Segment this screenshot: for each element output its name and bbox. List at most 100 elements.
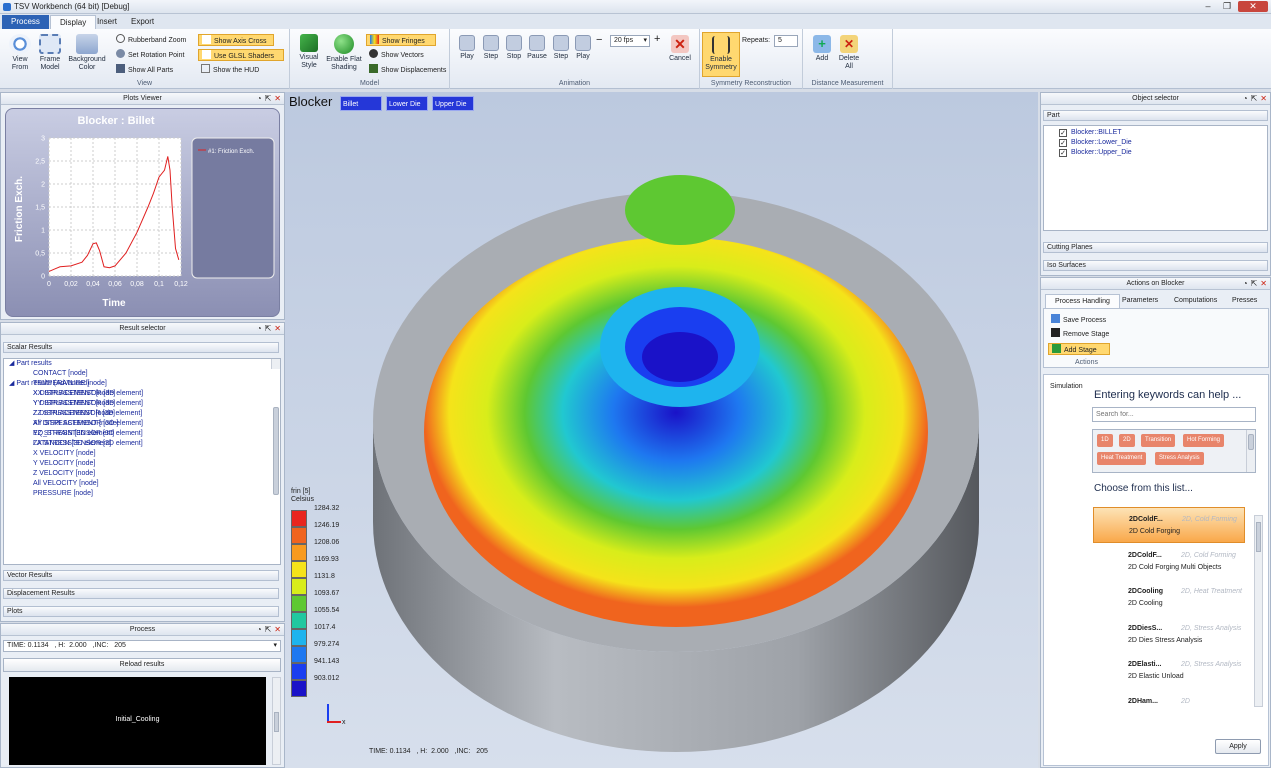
advanced-result-item[interactable]: YZ STRESSTENSOR [3D element] [4,429,280,439]
pin-icon[interactable]: ◔ [257,625,262,634]
part-checkbox[interactable]: ✓ [1059,129,1067,137]
show-hud-button[interactable]: Show the HUD [198,64,262,76]
step-forward-button[interactable]: Step [550,35,572,61]
delete-all-distance-button[interactable]: ✕ Delete All [835,35,863,71]
tree-group-advanced[interactable]: ◢ Part results (Advanced) [4,379,280,389]
tab-parameters[interactable]: Parameters [1113,294,1167,308]
tab-insert[interactable]: Insert [88,15,126,29]
tag-hot-forming[interactable]: Hot Forming [1183,434,1225,447]
tab-process[interactable]: Process [2,15,49,29]
plots-header[interactable]: Plots [3,606,279,617]
stage-item[interactable]: Initial_Cooling [9,716,266,723]
step-back-button[interactable]: Step [480,35,502,61]
result-item[interactable]: All VELOCITY [node] [4,479,280,489]
search-input[interactable] [1093,408,1255,421]
add-stage-button[interactable]: Add Stage [1048,343,1110,355]
template-item[interactable]: 2DColdF... 2D, Cold Forming 2D Cold Forgin… [1093,507,1245,543]
result-item[interactable]: X VELOCITY [node] [4,449,280,459]
tree-group-part-results[interactable]: ◢ Part results [4,359,280,369]
fps-decrease-button[interactable]: − [596,34,602,46]
float-icon[interactable]: ⇱ [265,94,272,103]
result-item[interactable]: PRESSURE [node] [4,489,280,499]
result-item[interactable]: Y VELOCITY [node] [4,459,280,469]
reload-results-button[interactable]: Reload results [3,658,281,672]
part-row[interactable]: ✓ Blocker::Upper_Die [1044,148,1267,158]
save-process-button[interactable]: Save Process [1048,314,1109,326]
frame-model-button[interactable]: Frame Model [36,34,64,72]
close-icon[interactable]: ✕ [1238,1,1268,12]
advanced-result-item[interactable]: XX STRESSTENSOR [3D element] [4,389,280,399]
pause-button[interactable]: Pause [525,35,549,61]
template-scrollbar[interactable] [1254,515,1263,707]
part-header[interactable]: Part [1043,110,1268,121]
fps-select[interactable]: 20 fps ▾ [610,35,650,47]
tags-scrollbar[interactable] [1246,430,1255,472]
stage-list[interactable]: Initial_Cooling [9,677,266,765]
fps-increase-button[interactable]: + [654,33,660,45]
tag-2d[interactable]: 2D [1119,434,1135,447]
part-row[interactable]: ✓ Blocker::BILLET [1044,128,1267,138]
rubberband-zoom-button[interactable]: Rubberband Zoom [113,34,189,46]
tag-transition[interactable]: Transition [1141,434,1176,447]
tab-process-handling[interactable]: Process Handling [1045,294,1120,308]
flat-shading-button[interactable]: Enable Flat Shading [324,34,364,72]
visual-style-button[interactable]: Visual Style [294,34,324,70]
show-vectors-button[interactable]: Show Vectors [366,49,427,61]
view-from-button[interactable]: View From [5,34,35,72]
float-icon[interactable]: ⇱ [1251,94,1258,103]
close-panel-icon[interactable]: ✕ [1260,94,1267,103]
time-combo[interactable]: TIME: 0.1134 , H: 2.000 ,INC: 205 ▾ [3,640,281,652]
close-panel-icon[interactable]: ✕ [274,94,281,103]
stage-scrollbar[interactable] [272,677,281,765]
use-glsl-shaders-toggle[interactable]: Use GLSL Shaders [198,49,284,61]
pin-icon[interactable]: ◔ [257,94,262,103]
play-button[interactable]: Play [572,35,594,61]
show-fringes-toggle[interactable]: Show Fringes [366,34,436,46]
tag-heat-treatment[interactable]: Heat Treatment [1097,452,1147,465]
apply-button[interactable]: Apply [1215,739,1261,754]
template-item[interactable]: 2DElasti... 2D, Stress Analysis 2D Elastic… [1093,653,1245,689]
template-item[interactable]: 2DCooling 2D, Heat Treatment 2D Cooling [1093,580,1245,616]
remove-stage-button[interactable]: Remove Stage [1048,328,1112,340]
viewport[interactable]: Blocker Billet Lower Die Upper Die frin … [285,92,1038,768]
float-icon[interactable]: ⇱ [1251,279,1258,288]
tag-1d[interactable]: 1D [1097,434,1113,447]
result-item[interactable]: Z VELOCITY [node] [4,469,280,479]
tab-presses[interactable]: Presses [1223,294,1266,308]
minimize-icon[interactable]: – [1200,1,1216,12]
close-panel-icon[interactable]: ✕ [1260,279,1267,288]
tab-computations[interactable]: Computations [1165,294,1226,308]
play-back-button[interactable]: Play [456,35,478,61]
tab-export[interactable]: Export [122,15,163,29]
add-distance-button[interactable]: + Add [809,35,835,63]
show-all-parts-button[interactable]: Show All Parts [113,64,176,76]
template-item[interactable]: 2DColdF... 2D, Cold Forming 2D Cold Forgin… [1093,544,1245,580]
advanced-result-item[interactable]: YY STRESSTENSOR [3D element] [4,399,280,409]
pin-icon[interactable]: ◔ [1243,279,1248,288]
repeats-spinbox[interactable]: 5 [774,35,798,47]
pin-icon[interactable]: ◔ [257,324,262,333]
template-item[interactable]: 2DHam... 2D [1093,690,1245,726]
iso-surfaces-header[interactable]: Iso Surfaces [1043,260,1268,271]
part-checkbox[interactable]: ✓ [1059,139,1067,147]
pin-icon[interactable]: ◔ [1243,94,1248,103]
stop-button[interactable]: Stop [503,35,525,61]
part-row[interactable]: ✓ Blocker::Lower_Die [1044,138,1267,148]
tree-scrollbar[interactable] [271,359,280,495]
advanced-result-item[interactable]: XY STRESSTENSOR [3D element] [4,419,280,429]
show-displacements-button[interactable]: Show Displacements [366,64,449,76]
scalar-results-header[interactable]: Scalar Results [3,342,279,353]
close-panel-icon[interactable]: ✕ [274,324,281,333]
search-input-box[interactable] [1092,407,1256,422]
vector-results-header[interactable]: Vector Results [3,570,279,581]
cancel-button[interactable]: ✕ Cancel [665,35,695,63]
template-item[interactable]: 2DDiesS... 2D, Stress Analysis 2D Dies Str… [1093,617,1245,653]
part-checkbox[interactable]: ✓ [1059,149,1067,157]
background-color-button[interactable]: Background Color [66,34,108,72]
restore-icon[interactable]: ❐ [1219,1,1235,12]
cutting-planes-header[interactable]: Cutting Planes [1043,242,1268,253]
tag-stress-analysis[interactable]: Stress Analysis [1155,452,1204,465]
advanced-result-item[interactable]: ZX STRESSTENSOR [3D element] [4,439,280,449]
close-panel-icon[interactable]: ✕ [274,625,281,634]
float-icon[interactable]: ⇱ [265,324,272,333]
